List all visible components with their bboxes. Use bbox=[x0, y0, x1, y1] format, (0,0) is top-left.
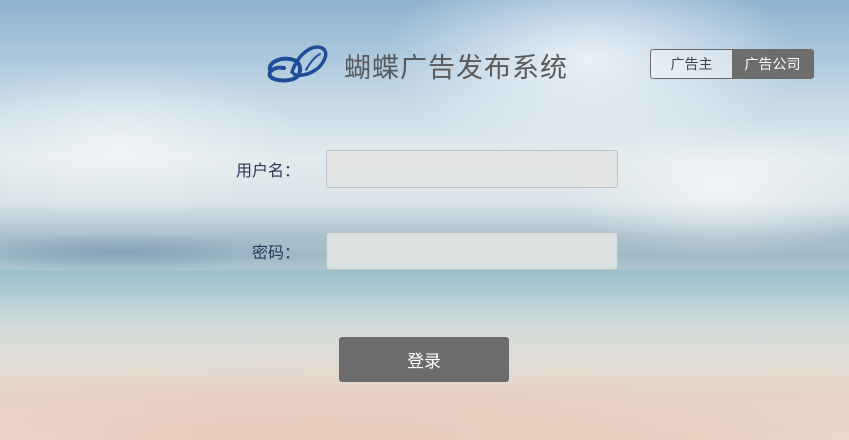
username-row: 用户名： bbox=[200, 150, 618, 188]
role-option-ad-agency[interactable]: 广告公司 bbox=[732, 50, 813, 78]
butterfly-logo-icon bbox=[264, 42, 332, 88]
password-row: 密码： bbox=[200, 232, 618, 270]
role-option-advertiser[interactable]: 广告主 bbox=[651, 50, 732, 78]
username-input[interactable] bbox=[326, 150, 618, 188]
login-button[interactable]: 登录 bbox=[339, 337, 509, 382]
password-label: 密码： bbox=[251, 243, 300, 262]
role-switch: 广告主 广告公司 bbox=[650, 49, 814, 79]
username-label: 用户名： bbox=[235, 161, 300, 180]
app-header: 蝴蝶广告发布系统 bbox=[264, 42, 568, 88]
app-title: 蝴蝶广告发布系统 bbox=[344, 52, 568, 84]
password-input[interactable] bbox=[326, 232, 618, 270]
